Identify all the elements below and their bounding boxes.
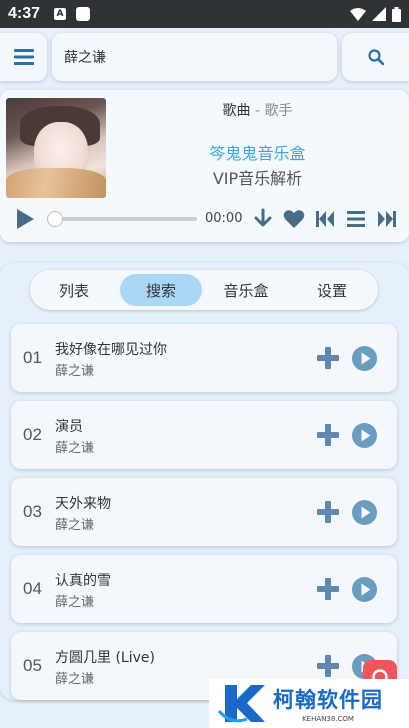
- song-item[interactable]: 02 演员 薛之谦: [11, 401, 397, 469]
- add-icon[interactable]: [316, 423, 340, 447]
- song-title: 天外来物: [55, 496, 111, 512]
- time-label: 00:00: [205, 211, 243, 226]
- previous-icon[interactable]: [314, 208, 336, 230]
- notification-a-icon: A: [54, 8, 67, 20]
- search-button[interactable]: [342, 33, 409, 81]
- play-circle-icon[interactable]: [352, 500, 377, 525]
- song-artist: 薛之谦: [55, 364, 95, 379]
- artist-label: 歌手: [264, 103, 293, 119]
- status-bar: 4:37 A: [0, 0, 409, 28]
- add-icon[interactable]: [316, 654, 340, 678]
- watermark-url: KEHAN38.COM: [302, 715, 354, 723]
- progress-track[interactable]: [52, 217, 197, 221]
- status-time: 4:37: [8, 5, 41, 22]
- kehan-logo-icon: [217, 685, 265, 723]
- song-separator: -: [250, 103, 265, 119]
- search-input[interactable]: [52, 33, 337, 81]
- play-circle-icon[interactable]: [352, 577, 377, 602]
- tab-search[interactable]: 搜索: [120, 274, 202, 306]
- song-item[interactable]: 01 我好像在哪见过你 薛之谦: [11, 324, 397, 392]
- player-title: 笒鬼鬼音乐盒: [209, 144, 306, 163]
- song-item[interactable]: 04 认真的雪 薛之谦: [11, 555, 397, 623]
- play-circle-icon[interactable]: [352, 346, 377, 371]
- song-number: 01: [23, 348, 42, 367]
- tab-settings[interactable]: 设置: [292, 274, 372, 306]
- song-item[interactable]: 03 天外来物 薛之谦: [11, 478, 397, 546]
- song-title: 认真的雪: [55, 573, 111, 589]
- wifi-icon: [350, 8, 366, 21]
- notification-square-icon: [76, 7, 91, 21]
- player-subtitle: VIP音乐解析: [212, 169, 303, 188]
- song-label: 歌曲: [222, 103, 251, 119]
- next-icon[interactable]: [376, 208, 398, 230]
- song-number: 03: [23, 502, 42, 521]
- song-title: 演员: [55, 419, 83, 435]
- add-icon[interactable]: [316, 346, 340, 370]
- play-circle-icon[interactable]: [352, 423, 377, 448]
- battery-icon: [392, 6, 401, 22]
- song-title: 我好像在哪见过你: [55, 342, 167, 358]
- progress-knob[interactable]: [47, 211, 63, 227]
- song-artist: 薛之谦: [55, 672, 95, 687]
- playlist-icon[interactable]: [345, 208, 367, 230]
- heart-icon[interactable]: [283, 208, 305, 230]
- song-number: 02: [23, 425, 42, 444]
- menu-button[interactable]: [0, 33, 47, 81]
- play-icon[interactable]: [15, 209, 35, 229]
- song-artist: 薛之谦: [55, 595, 95, 610]
- tab-bar: 列表 搜索 音乐盒 设置: [30, 270, 378, 310]
- hamburger-menu-icon: [13, 49, 34, 65]
- add-icon[interactable]: [316, 577, 340, 601]
- song-number: 04: [23, 579, 42, 598]
- watermark-title: 柯翰软件园: [273, 688, 383, 712]
- add-icon[interactable]: [316, 500, 340, 524]
- song-artist: 薛之谦: [55, 518, 95, 533]
- now-playing-song-line: 歌曲 - 歌手: [106, 100, 409, 120]
- tab-music-box[interactable]: 音乐盒: [206, 274, 286, 306]
- signal-icon: [372, 7, 386, 21]
- watermark: 柯翰软件园 KEHAN38.COM: [209, 679, 409, 728]
- album-art: [6, 98, 106, 198]
- tab-list[interactable]: 列表: [34, 274, 114, 306]
- search-icon: [367, 49, 384, 65]
- song-number: 05: [23, 656, 42, 675]
- download-icon[interactable]: [252, 208, 274, 230]
- song-title: 方圆几里 (Live): [55, 650, 155, 666]
- song-artist: 薛之谦: [55, 441, 95, 456]
